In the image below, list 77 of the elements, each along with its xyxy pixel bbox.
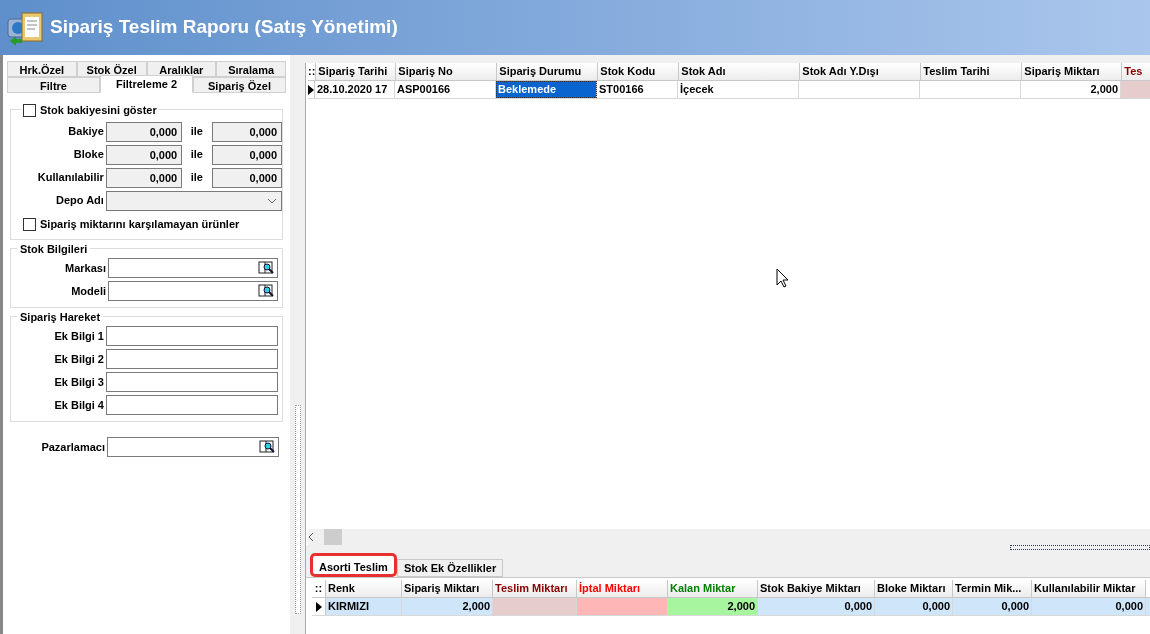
warehouse-dropdown[interactable] bbox=[105, 190, 282, 211]
column-header[interactable]: Stok Kodu bbox=[598, 63, 680, 80]
column-header[interactable]: Stok Bakiye Miktarı bbox=[758, 580, 875, 597]
table-cell: KIRMIZI bbox=[326, 598, 402, 615]
checkbox[interactable] bbox=[23, 103, 36, 117]
input-field[interactable] bbox=[106, 349, 278, 369]
tab[interactable]: Filtreleme 2 bbox=[100, 75, 193, 93]
value-field[interactable]: 0,000 bbox=[211, 167, 282, 188]
table-cell: ST00166 bbox=[597, 81, 678, 98]
table-cell: 0,000 bbox=[758, 598, 875, 615]
field-label: Ek Bilgi 2 bbox=[53, 351, 105, 367]
column-header[interactable]: Teslim Miktarı bbox=[493, 580, 577, 597]
field-label: Modeli bbox=[70, 283, 107, 299]
field-label: Kullanılabilir bbox=[36, 170, 105, 186]
column-header[interactable]: Sipariş Durumu bbox=[497, 63, 599, 80]
tab[interactable]: Asorti Teslim bbox=[310, 553, 397, 577]
column-header[interactable]: Stok Adı bbox=[679, 63, 801, 80]
column-header[interactable]: Sipariş Miktarı bbox=[402, 580, 493, 597]
input-field[interactable] bbox=[106, 395, 278, 415]
table-cell: 28.10.2020 17 bbox=[315, 81, 395, 98]
table-cell: 2,000 bbox=[668, 598, 758, 615]
tab[interactable]: Hrk.Özel bbox=[7, 61, 77, 77]
table-cell: 0,000 bbox=[875, 598, 953, 615]
field-label: Markası bbox=[64, 260, 107, 276]
field-label: Ek Bilgi 1 bbox=[53, 328, 105, 344]
field-label: Ek Bilgi 3 bbox=[53, 374, 105, 390]
lookup-field[interactable] bbox=[108, 281, 278, 301]
joiner-text: ile bbox=[189, 170, 204, 186]
mouse-pointer-icon bbox=[776, 268, 789, 288]
column-header[interactable]: Teslim Tarihi bbox=[921, 63, 1023, 80]
row-indicator[interactable] bbox=[308, 81, 315, 98]
scroll-thumb[interactable] bbox=[324, 529, 342, 545]
field-label: Pazarlamacı bbox=[40, 439, 106, 455]
lookup-field[interactable] bbox=[108, 258, 278, 278]
input-field[interactable] bbox=[106, 372, 278, 392]
table-cell: İçecek bbox=[678, 81, 799, 98]
lookup-icon[interactable] bbox=[258, 261, 274, 275]
value-field[interactable]: 0,000 bbox=[105, 121, 183, 142]
column-header[interactable]: Kalan Miktar bbox=[668, 580, 758, 597]
checkbox[interactable] bbox=[23, 217, 36, 231]
table-cell: 0,000 bbox=[953, 598, 1032, 615]
tab[interactable]: Sipariş Özel bbox=[193, 77, 286, 93]
column-header[interactable]: Tes bbox=[1122, 63, 1150, 80]
checkbox-label: Sipariş miktarını karşılamayan ürünler bbox=[40, 217, 240, 232]
column-header[interactable]: Sipariş Miktarı bbox=[1022, 63, 1123, 80]
joiner-text: ile bbox=[189, 124, 204, 140]
horizontal-scrollbar[interactable] bbox=[308, 529, 1150, 545]
field-label: Bloke bbox=[72, 147, 105, 163]
tab[interactable]: Stok Ek Özellikler bbox=[396, 559, 504, 577]
column-header[interactable]: Stok Adı Y.Dışı bbox=[800, 63, 922, 80]
table-cell: 0,000 bbox=[1032, 598, 1146, 615]
lookup-field[interactable] bbox=[107, 437, 279, 457]
value-field[interactable]: 0,000 bbox=[211, 144, 282, 165]
table-cell: Beklemede bbox=[496, 81, 597, 98]
column-header[interactable]: Renk bbox=[326, 580, 402, 597]
checkbox-label: Stok bakiyesini göster bbox=[40, 103, 157, 118]
joiner-text: ile bbox=[189, 147, 204, 163]
input-field[interactable] bbox=[106, 326, 278, 346]
field-label: Depo Adı bbox=[55, 193, 105, 209]
value-field[interactable]: 0,000 bbox=[105, 167, 183, 188]
row-indicator[interactable] bbox=[312, 598, 326, 615]
column-header[interactable]: Sipariş No bbox=[396, 63, 498, 80]
tab[interactable]: Sıralama bbox=[216, 61, 286, 77]
lookup-icon[interactable] bbox=[258, 284, 274, 298]
window-title: Sipariş Teslim Raporu (Satış Yönetimi) bbox=[50, 15, 398, 40]
column-header[interactable]: Bloke Miktarı bbox=[875, 580, 953, 597]
tab[interactable]: Filtre bbox=[7, 77, 100, 93]
field-label: Bakiye bbox=[67, 124, 105, 140]
column-header[interactable]: Termin Mik... bbox=[953, 580, 1032, 597]
lookup-icon[interactable] bbox=[259, 440, 275, 454]
field-label: Ek Bilgi 4 bbox=[53, 397, 105, 413]
value-field[interactable]: 0,000 bbox=[211, 121, 282, 142]
column-header[interactable]: Sipariş Tarihi bbox=[316, 63, 397, 80]
chevron-down-icon bbox=[267, 197, 277, 204]
column-header[interactable]: Kullanılabilir Miktar bbox=[1032, 580, 1146, 597]
value-field[interactable]: 0,000 bbox=[105, 144, 183, 165]
column-header[interactable]: İptal Miktarı bbox=[577, 580, 668, 597]
